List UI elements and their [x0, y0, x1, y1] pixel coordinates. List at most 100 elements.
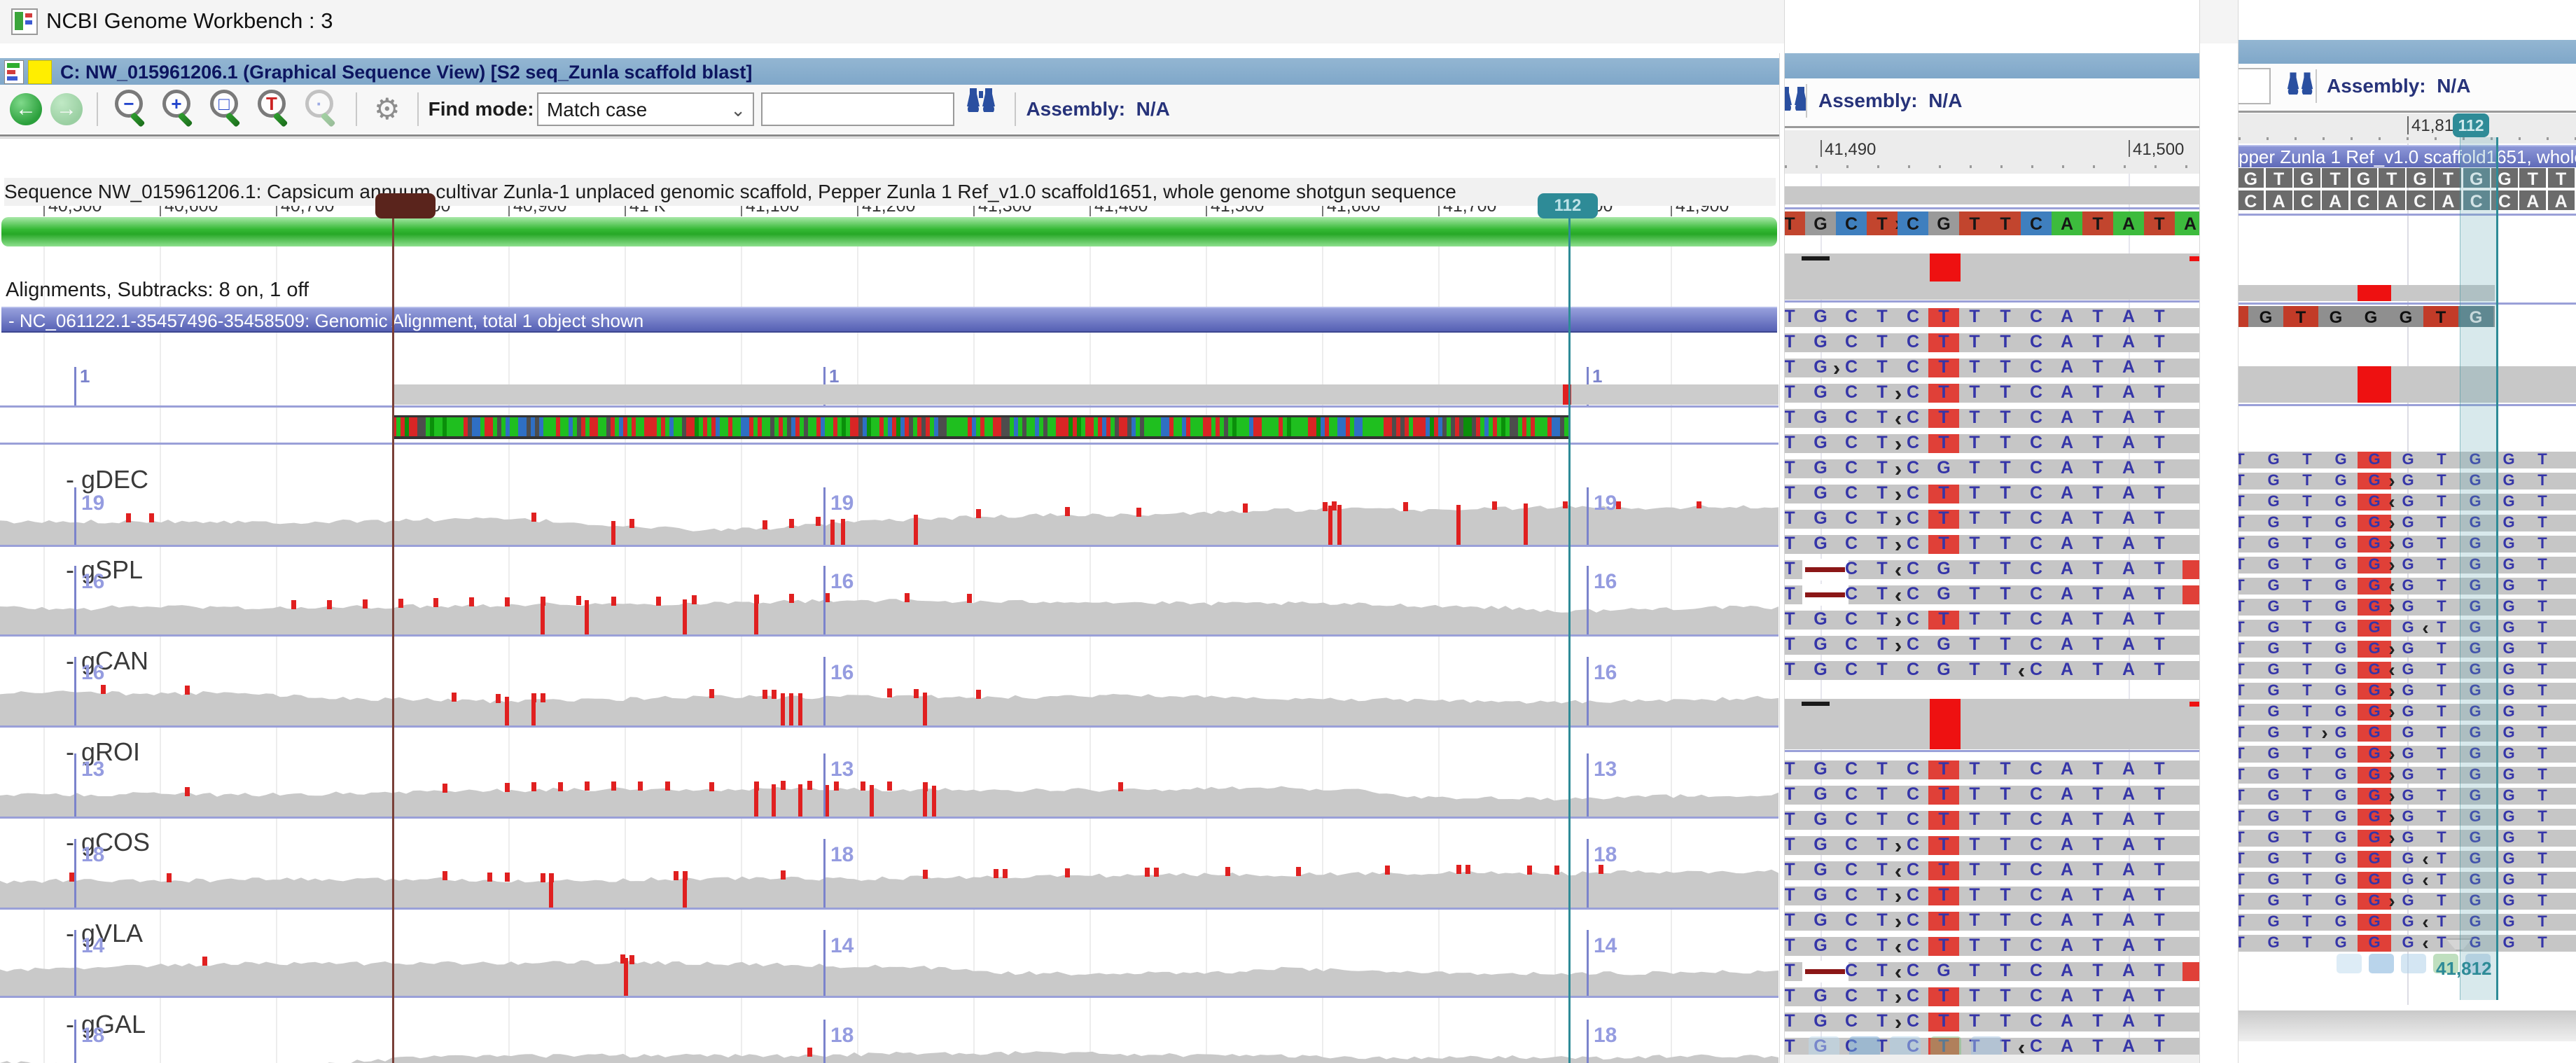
- strand-base: C: [2463, 192, 2490, 212]
- tile-seam: [1587, 753, 1589, 817]
- base-letter: T: [1867, 810, 1898, 830]
- base-letter: G: [1928, 458, 1959, 478]
- base-letter: A: [2052, 759, 2082, 779]
- maroon-marker-tag[interactable]: [375, 193, 436, 218]
- base-letter: G: [2324, 723, 2358, 742]
- strand-base: G: [2353, 308, 2388, 328]
- base-letter: T: [2082, 508, 2113, 529]
- track-scale-value: 16: [1594, 570, 1617, 594]
- base-letter: T: [2425, 681, 2458, 700]
- base-letter: G: [1928, 961, 1959, 981]
- base-letter: T: [1990, 332, 2021, 352]
- base-letter: A: [2113, 584, 2144, 604]
- base-letter: A: [2113, 936, 2144, 956]
- base-letter: G: [2492, 807, 2526, 826]
- base-letter: G: [1805, 860, 1836, 880]
- base-letter: T: [2526, 870, 2559, 889]
- base-letter: T: [1990, 559, 2021, 579]
- strand-base: T: [2283, 308, 2318, 328]
- base-letter: T: [1959, 483, 1990, 503]
- tile-seam: [823, 487, 826, 545]
- base-letter: T: [2290, 933, 2324, 952]
- strand-base: G: [2491, 169, 2518, 190]
- base-letter: G: [1805, 609, 1836, 630]
- consensus-base: G: [1805, 214, 1836, 235]
- marker-position-label: 41,812: [2436, 958, 2492, 980]
- base-letter: G: [1805, 1011, 1836, 1031]
- base-letter: T: [1928, 433, 1959, 453]
- base-letter: T: [2238, 828, 2257, 847]
- base-letter: G: [2324, 576, 2358, 595]
- base-letter: T: [1867, 759, 1898, 779]
- base-letter: G: [1805, 408, 1836, 428]
- coverage-histogram: [0, 501, 1778, 545]
- base-letter: A: [2052, 910, 2082, 931]
- base-letter: T: [2238, 639, 2257, 658]
- base-letter: T: [2425, 912, 2458, 931]
- base-letter: T: [2526, 492, 2559, 510]
- base-letter: T: [2526, 576, 2559, 595]
- base-letter: A: [2113, 307, 2144, 327]
- base-letter: G: [2324, 660, 2358, 679]
- base-letter: A: [2052, 885, 2082, 905]
- separator-line: [2239, 214, 2576, 216]
- coverage-band: [1785, 253, 2199, 300]
- sequence-bar[interactable]: [1, 217, 1777, 246]
- base-letter: T: [2082, 784, 2113, 805]
- base-letter: C: [1836, 835, 1867, 855]
- base-letter: T: [1928, 534, 1959, 554]
- separator-line: [0, 443, 1778, 445]
- tile-seam: [74, 566, 76, 634]
- base-letter: A: [2113, 910, 2144, 931]
- base-letter: T: [2425, 891, 2458, 910]
- base-letter: A: [2113, 433, 2144, 453]
- sequence-title-bar[interactable]: pper Zunla 1 Ref_v1.0 scaffold1651, whol…: [2239, 145, 2576, 167]
- base-letter: G: [2324, 492, 2358, 510]
- base-letter: T: [2144, 835, 2175, 855]
- base-letter: T: [1990, 609, 2021, 630]
- base-letter: T: [1990, 433, 2021, 453]
- track-scale-value: 18: [830, 1024, 854, 1048]
- base-letter: G: [2492, 891, 2526, 910]
- base-letter: T: [1990, 860, 2021, 880]
- base-letter: T: [2238, 870, 2257, 889]
- base-letter: T: [2238, 765, 2257, 784]
- coverage-histogram: [0, 580, 1778, 634]
- base-letter: A: [2113, 961, 2144, 981]
- horizontal-scrollbar[interactable]: [2239, 1010, 2576, 1041]
- track-label[interactable]: - gDEC: [66, 465, 148, 494]
- teal-marker-line[interactable]: [1568, 193, 1571, 1063]
- maroon-marker-line[interactable]: [392, 193, 394, 1063]
- strand-base: G: [2407, 169, 2433, 190]
- base-letter: G: [1805, 810, 1836, 830]
- base-letter: T: [2082, 458, 2113, 478]
- alignment-detail-canvas[interactable]: 41,810112pper Zunla 1 Ref_v1.0 scaffold1…: [2239, 0, 2576, 1063]
- base-letter: G: [2492, 828, 2526, 847]
- base-letter: C: [1836, 660, 1867, 680]
- base-letter: G: [2257, 555, 2290, 574]
- base-letter: T: [1990, 307, 2021, 327]
- coverage-strip: [1785, 186, 2199, 204]
- base-letter: T: [1928, 332, 1959, 352]
- teal-marker-tag[interactable]: 112: [2453, 113, 2489, 137]
- ruler-minor-ticks: [2239, 137, 2576, 140]
- base-letter: G: [1805, 534, 1836, 554]
- base-letter: G: [2257, 450, 2290, 468]
- track-scale-value: 13: [81, 758, 104, 781]
- base-letter: G: [2324, 786, 2358, 805]
- base-letter: T: [2082, 408, 2113, 428]
- strand-base: C: [2491, 192, 2518, 212]
- base-letter: T: [2144, 784, 2175, 805]
- base-letter: T: [2290, 534, 2324, 553]
- base-letter: T: [2290, 471, 2324, 489]
- base-letter: C: [1898, 810, 1928, 830]
- base-letter: A: [2052, 534, 2082, 554]
- base-letter: C: [1898, 660, 1928, 680]
- alignment-detail-canvas[interactable]: 41,49041,500TGCT›CGTTCATATATGCTCTTTCATAT…: [1785, 0, 2199, 1063]
- ruler-tick: [1820, 140, 1822, 157]
- teal-marker-tag[interactable]: 112: [1538, 193, 1598, 218]
- base-letter: T: [2238, 492, 2257, 510]
- base-letter: G: [2458, 555, 2492, 574]
- track-scale-value: 16: [81, 570, 104, 594]
- alignment-track-header[interactable]: - NC_061122.1-35457496-35458509: Genomic…: [1, 307, 1777, 333]
